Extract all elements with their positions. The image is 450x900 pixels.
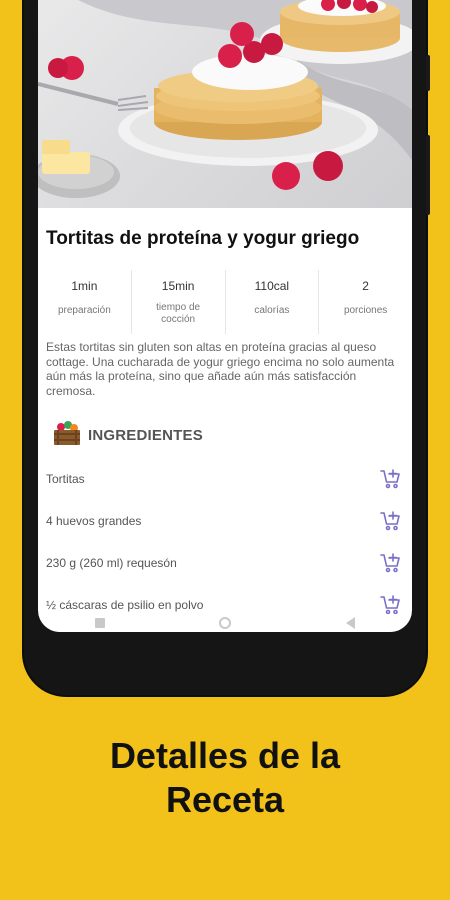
app-screen: Tortitas de proteína y yogur griego 1min… <box>38 0 412 632</box>
stat-value: 1min <box>71 279 98 293</box>
ingredients-header: INGREDIENTES <box>52 420 203 450</box>
stat-cook: 15min tiempo de cocción <box>130 270 225 334</box>
list-item: Tortitas <box>38 458 412 500</box>
recipe-stats: 1min preparación 15min tiempo de cocción… <box>38 270 412 334</box>
caption-line-1: Detalles de la <box>109 735 341 776</box>
stat-value: 15min <box>161 279 195 293</box>
stat-label: tiempo de cocción <box>156 302 201 325</box>
promo-caption: Detalles de la Receta <box>0 734 450 822</box>
stat-servings: 2 porciones <box>318 270 412 334</box>
stat-label: porciones <box>343 305 388 316</box>
home-icon[interactable] <box>219 617 232 629</box>
recipe-title: Tortitas de proteína y yogur griego <box>46 228 360 249</box>
ingredients-title: INGREDIENTES <box>88 426 203 444</box>
list-item: 4 huevos grandes <box>38 500 412 542</box>
add-to-cart-icon[interactable] <box>380 552 402 574</box>
stat-prep: 1min preparación <box>38 270 131 334</box>
stat-calories: 110cal calorías <box>224 270 319 334</box>
ingredient-text: 230 g (260 ml) requesón <box>46 556 177 570</box>
add-to-cart-icon[interactable] <box>380 510 402 532</box>
caption-line-2: Receta <box>165 779 285 820</box>
volume-button <box>426 55 430 91</box>
stat-label: calorías <box>254 305 290 316</box>
add-to-cart-icon[interactable] <box>380 594 402 616</box>
power-button <box>426 135 430 215</box>
stat-value: 110cal <box>254 279 290 293</box>
back-icon[interactable] <box>345 617 355 629</box>
ingredient-text: Tortitas <box>46 472 85 486</box>
recipe-image <box>38 0 412 208</box>
ingredient-text: ½ cáscaras de psilio en polvo <box>46 598 204 612</box>
stat-label: preparación <box>57 305 111 316</box>
add-to-cart-icon[interactable] <box>380 468 402 490</box>
ingredient-text: 4 huevos grandes <box>46 514 142 528</box>
recents-icon[interactable] <box>95 618 106 628</box>
system-nav-bar <box>38 614 412 632</box>
stat-value: 2 <box>362 279 369 293</box>
crate-of-vegetables-icon <box>52 419 82 452</box>
list-item: 230 g (260 ml) requesón <box>38 542 412 584</box>
phone-frame: Tortitas de proteína y yogur griego 1min… <box>24 0 430 695</box>
ingredients-list: Tortitas 4 huevos grandes 230 g (260 ml)… <box>38 458 412 626</box>
recipe-description: Estas tortitas sin gluten son altas en p… <box>46 340 395 398</box>
